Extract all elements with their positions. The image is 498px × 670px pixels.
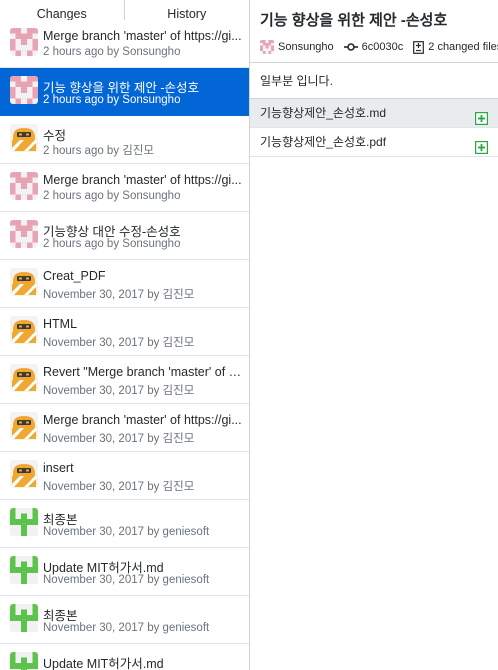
file-name: 기능향상제안_손성호.md <box>260 106 387 120</box>
commit-row[interactable]: Merge branch 'master' of https://gi... 2 … <box>0 20 249 68</box>
commit-row[interactable]: Update MIT허가서.mdNovember 30, 2017 by gen… <box>0 644 249 670</box>
changed-file-row[interactable]: 기능향상제안_손성호.pdf <box>250 128 498 157</box>
author-avatar <box>10 76 38 104</box>
commit-row[interactable]: 최종본 November 30, 2017 by geniesoft <box>0 596 249 644</box>
commit-header: 기능 향상을 위한 제안 -손성호 Sonsungho 6c0030c 2 ch… <box>250 0 498 63</box>
commit-meta: November 30, 2017 by 김진모 <box>43 289 195 301</box>
commit-meta: 2 hours ago by Sonsungho <box>43 238 181 250</box>
commit-title: Merge branch 'master' of https://gi... <box>43 413 242 427</box>
commit-meta: 2 hours ago by Sonsungho <box>43 94 181 106</box>
commit-row[interactable]: insert November 30, 2017 by 김진모 <box>0 452 249 500</box>
commit-row[interactable]: Revert "Merge branch 'master' of ht... No… <box>0 356 249 404</box>
commit-title: insert <box>43 461 74 475</box>
file-name: 기능향상제안_손성호.pdf <box>260 135 387 149</box>
author-avatar <box>10 172 38 200</box>
commit-description: 일부분 입니다. <box>250 63 498 99</box>
author-avatar <box>260 40 274 54</box>
author-avatar <box>10 316 38 344</box>
commit-row[interactable]: Merge branch 'master' of https://gi... 2 … <box>0 164 249 212</box>
author-avatar <box>10 364 38 392</box>
author-avatar <box>10 556 38 584</box>
author-avatar <box>10 268 38 296</box>
commit-title: Update MIT허가서.md <box>43 657 164 670</box>
commit-meta: November 30, 2017 by 김진모 <box>43 481 195 493</box>
commit-meta: November 30, 2017 by geniesoft <box>43 574 210 586</box>
author-avatar <box>10 124 38 152</box>
commit-summary: 기능 향상을 위한 제안 -손성호 <box>260 12 448 29</box>
commit-meta: November 30, 2017 by 김진모 <box>43 433 195 445</box>
commit-title: Merge branch 'master' of https://gi... <box>43 173 242 187</box>
changed-files-count: 2 changed files <box>413 40 498 54</box>
commit-row[interactable]: Creat_PDF November 30, 2017 by 김진모 <box>0 260 249 308</box>
author-avatar <box>10 604 38 632</box>
commit-title: Revert "Merge branch 'master' of ht... <box>43 365 243 379</box>
commit-sha[interactable]: 6c0030c <box>343 41 404 53</box>
file-added-icon <box>475 136 489 155</box>
changed-file-row[interactable]: 기능향상제안_손성호.md <box>250 99 498 128</box>
commit-meta: November 30, 2017 by 김진모 <box>43 385 195 397</box>
commit-meta: 2 hours ago by Sonsungho <box>43 190 181 202</box>
commit-meta: Sonsungho 6c0030c 2 changed files <box>260 40 498 54</box>
changed-file-list: 기능향상제안_손성호.md 기능향상제안_손성호.pdf <box>250 99 498 157</box>
commit-detail: 기능 향상을 위한 제안 -손성호 Sonsungho 6c0030c 2 ch… <box>250 0 498 670</box>
author-avatar <box>10 412 38 440</box>
commit-row[interactable]: 기능 향상을 위한 제안 -손성호 2 hours ago by Sonsungh… <box>0 68 249 116</box>
commit-meta: November 30, 2017 by geniesoft <box>43 622 210 634</box>
commit-row[interactable]: 기능향상 대안 수정-손성호 2 hours ago by Sonsungho <box>0 212 249 260</box>
commit-title: Merge branch 'master' of https://gi... <box>43 29 242 43</box>
git-commit-icon <box>343 43 358 51</box>
commit-meta: November 30, 2017 by 김진모 <box>43 337 195 349</box>
commit-meta: 2 hours ago by 김진모 <box>43 145 155 157</box>
commit-meta: November 30, 2017 by geniesoft <box>43 526 210 538</box>
commit-title: HTML <box>43 317 78 331</box>
commit-row[interactable]: HTML November 30, 2017 by 김진모 <box>0 308 249 356</box>
author-avatar <box>10 220 38 248</box>
commit-row[interactable]: Merge branch 'master' of https://gi... No… <box>0 404 249 452</box>
author-avatar <box>10 652 38 670</box>
commit-title: Creat_PDF <box>43 269 106 283</box>
changed-files-text: 2 changed files <box>428 41 498 53</box>
commit-row[interactable]: 수정 2 hours ago by 김진모 <box>0 116 249 164</box>
commit-author: Sonsungho <box>260 40 334 54</box>
commit-row[interactable]: Update MIT허가서.mdNovember 30, 2017 by gen… <box>0 548 249 596</box>
commit-row[interactable]: 최종본 November 30, 2017 by geniesoft <box>0 500 249 548</box>
author-avatar <box>10 460 38 488</box>
commit-list: Merge branch 'master' of https://gi... 2 … <box>0 20 249 670</box>
commit-meta: 2 hours ago by Sonsungho <box>43 46 181 58</box>
history-sidebar: Changes History Merge branch 'master' of… <box>0 0 250 670</box>
diff-icon <box>413 40 425 54</box>
github-desktop-window: Changes History Merge branch 'master' of… <box>0 0 498 670</box>
author-avatar <box>10 508 38 536</box>
author-avatar <box>10 28 38 56</box>
commit-author-name: Sonsungho <box>278 41 334 53</box>
file-added-icon <box>475 107 489 126</box>
commit-sha-text: 6c0030c <box>361 41 404 53</box>
